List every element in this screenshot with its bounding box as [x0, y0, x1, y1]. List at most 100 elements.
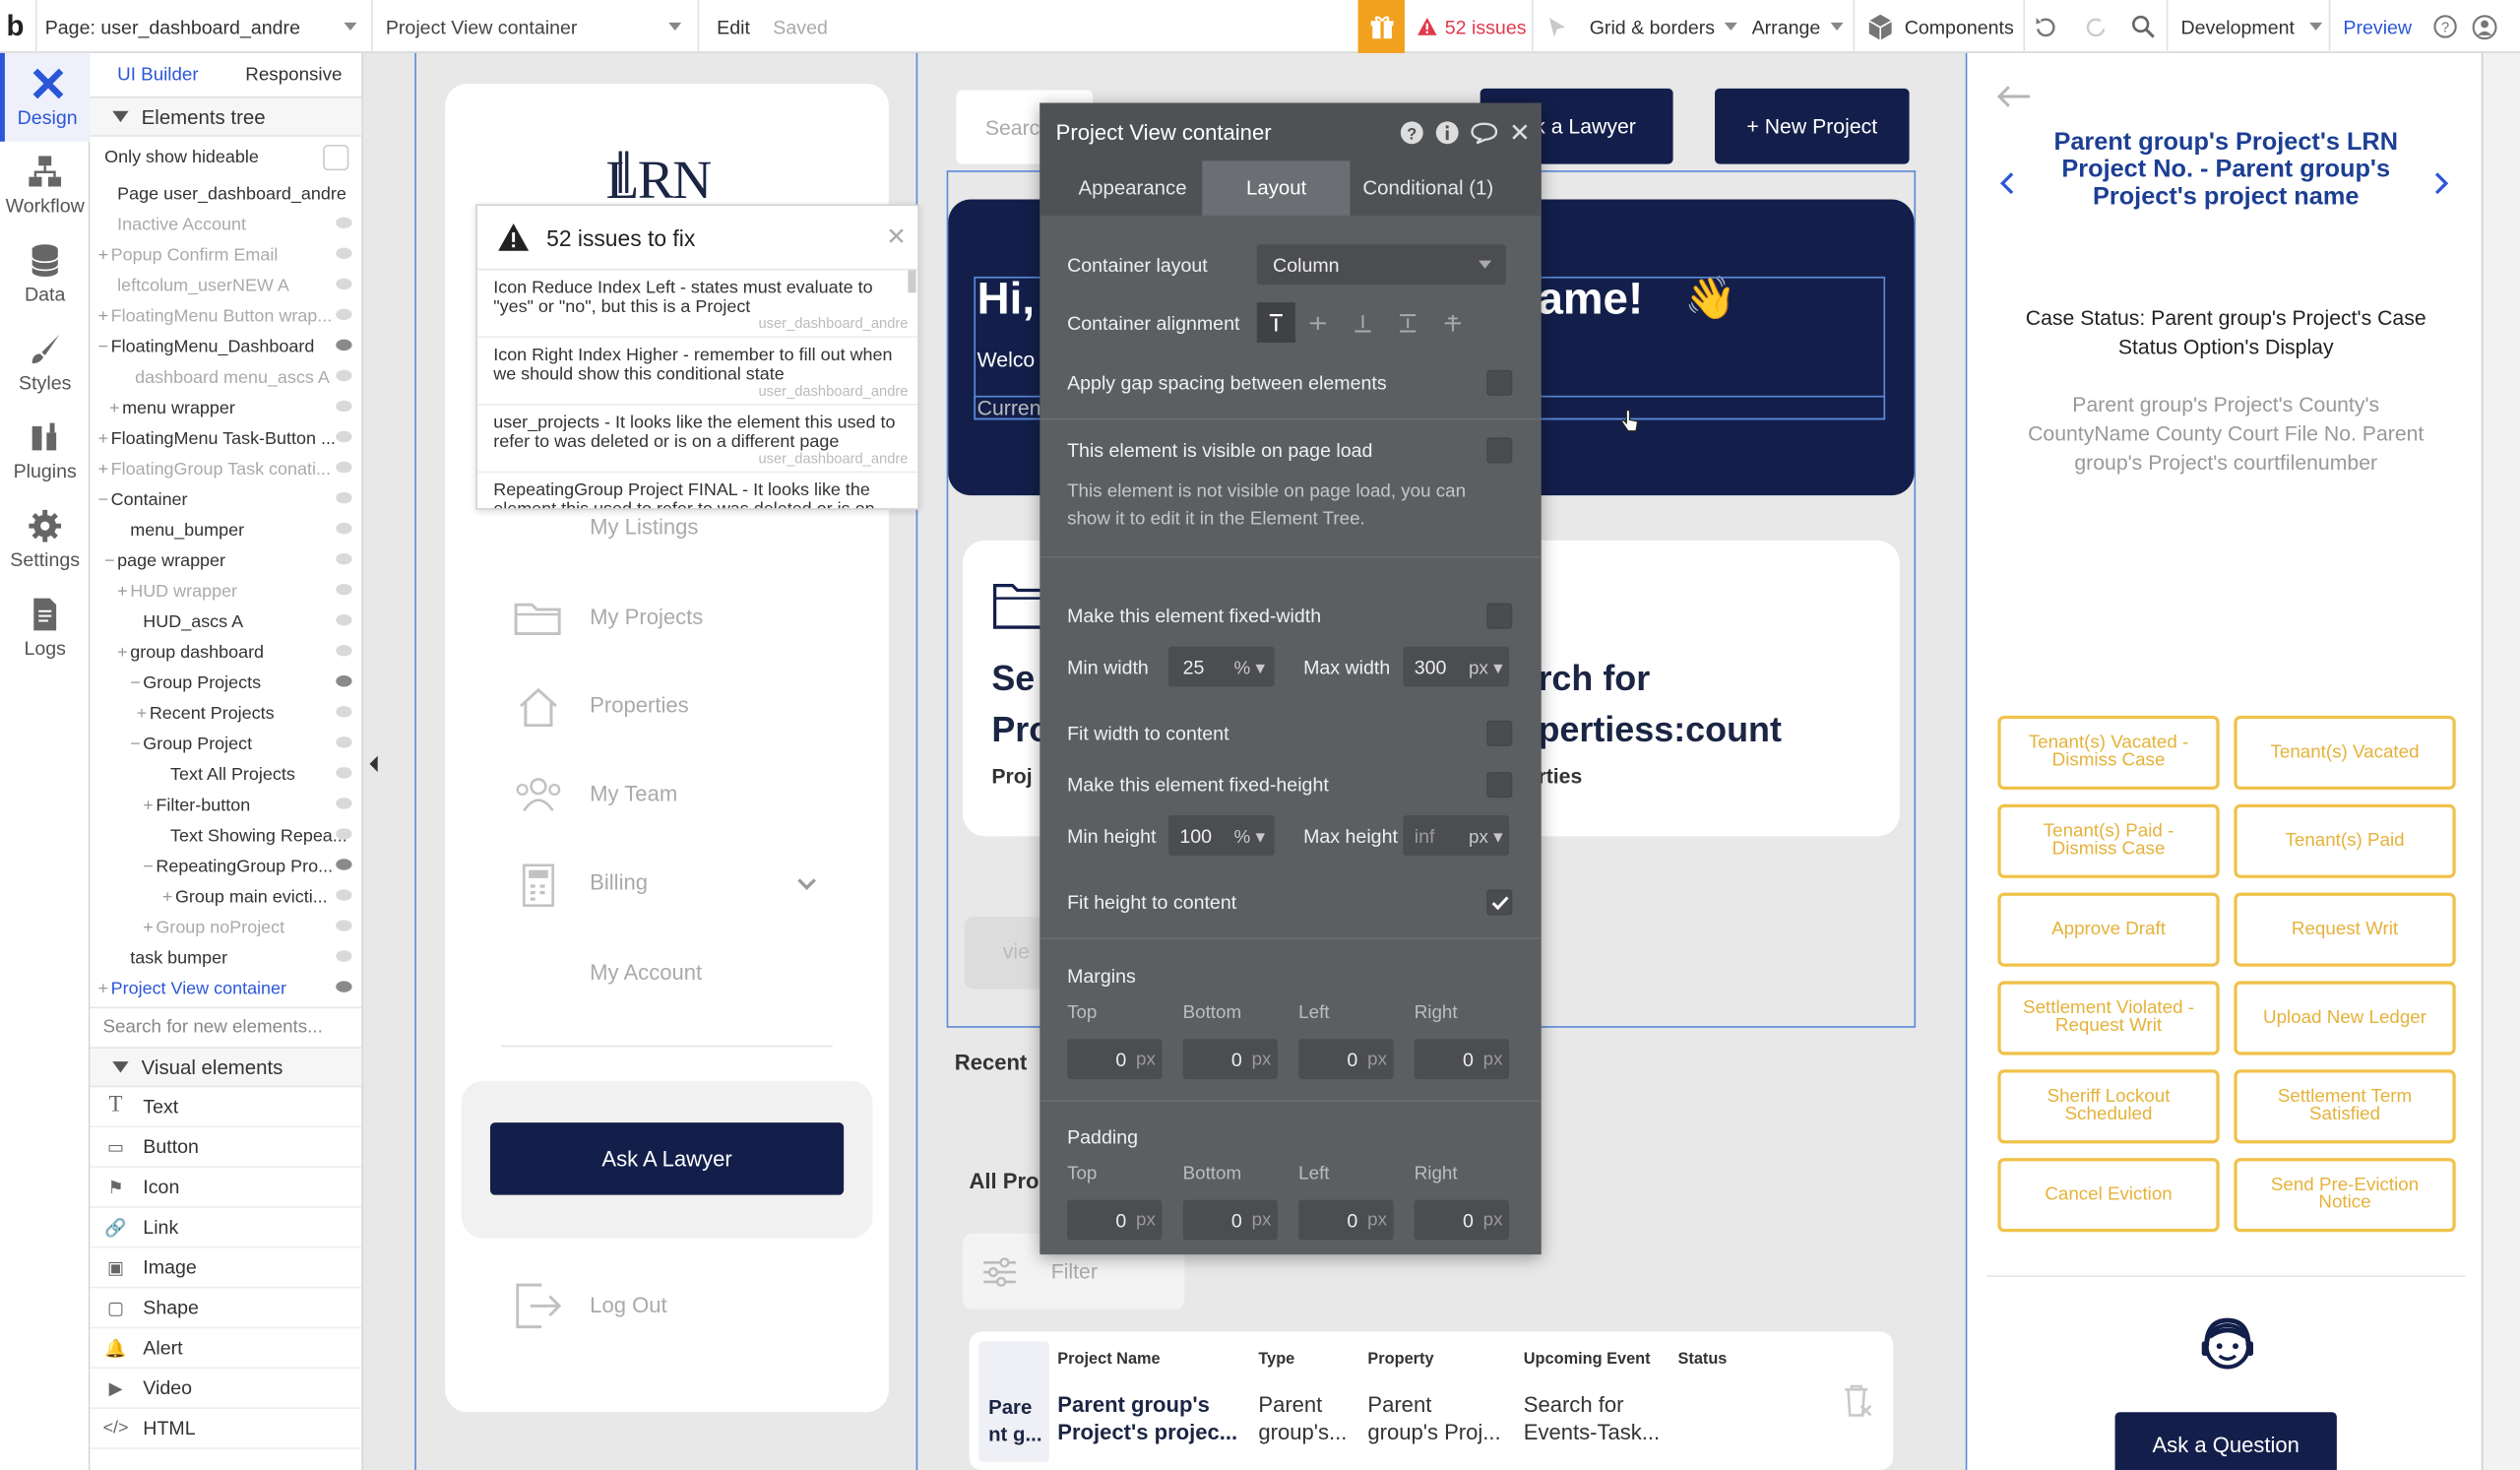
action-button[interactable]: Tenant(s) Paid [2234, 803, 2456, 878]
help-icon[interactable]: ? [1400, 121, 1423, 146]
collapse-icon[interactable]: − [130, 735, 143, 754]
visual-element-text[interactable]: T Text [90, 1087, 362, 1128]
cursor-tool[interactable] [1546, 0, 1569, 53]
eye-icon[interactable] [336, 920, 352, 931]
undo-button[interactable] [2035, 0, 2057, 53]
action-button[interactable]: Approve Draft [1997, 892, 2220, 967]
close-icon[interactable]: ✕ [886, 222, 907, 251]
visual-element-image[interactable]: ▣ Image [90, 1248, 362, 1289]
help-button[interactable]: ? [2433, 0, 2457, 53]
min-width-input[interactable]: 25 % ▾ [1167, 646, 1275, 687]
eye-icon[interactable] [336, 613, 352, 626]
issue-item[interactable]: Icon Right Index Higher - remember to fi… [476, 338, 918, 406]
margin-left-input[interactable]: 0 px [1298, 1039, 1394, 1080]
eye-icon[interactable] [336, 736, 352, 748]
action-button[interactable]: Upload New Ledger [2234, 981, 2456, 1055]
collapse-icon[interactable]: − [130, 673, 143, 693]
align-top-icon[interactable] [1256, 302, 1295, 343]
tree-row[interactable]: − Container [90, 484, 361, 515]
chevron-right-icon[interactable] [2434, 172, 2449, 195]
eye-icon[interactable] [336, 339, 352, 352]
min-height-input[interactable]: 100 % ▾ [1167, 815, 1275, 857]
redo-button[interactable] [2085, 0, 2108, 53]
tree-row[interactable]: + Group noProject [90, 912, 361, 942]
panel-collapse-icon[interactable] [369, 755, 378, 773]
eye-icon[interactable] [336, 400, 352, 413]
collapse-icon[interactable]: − [104, 550, 117, 570]
action-button[interactable]: Sheriff Lockout Scheduled [1997, 1069, 2220, 1144]
element-search[interactable]: Search for new elements... [90, 1006, 362, 1050]
eye-icon[interactable] [336, 706, 352, 718]
visual-element-html[interactable]: </> HTML [90, 1409, 362, 1449]
back-arrow-icon[interactable] [1996, 86, 2032, 108]
expand-icon[interactable]: + [117, 582, 130, 602]
eye-icon[interactable] [336, 859, 352, 870]
expand-icon[interactable]: + [98, 428, 111, 448]
min-height-unit[interactable]: % ▾ [1234, 824, 1265, 847]
expand-icon[interactable]: + [98, 245, 111, 265]
tab-layout[interactable]: Layout [1202, 160, 1351, 216]
branch-selector[interactable]: Development [2181, 0, 2322, 53]
collapse-icon[interactable]: − [98, 337, 111, 356]
cell-project-name[interactable]: Parent group's Project's projec... [1057, 1391, 1237, 1446]
fit-width-checkbox[interactable] [1486, 720, 1513, 746]
tree-row[interactable]: Text All Projects [90, 759, 361, 790]
eye-icon[interactable] [336, 767, 352, 779]
fixed-width-checkbox[interactable] [1486, 603, 1513, 629]
tree-row[interactable]: + Popup Confirm Email [90, 239, 361, 270]
preview-button[interactable]: Preview [2343, 0, 2412, 53]
view-button[interactable]: vie [964, 917, 1045, 990]
align-distribute-icon[interactable] [1430, 302, 1476, 343]
padding-bottom-input[interactable]: 0 px [1182, 1199, 1278, 1241]
expand-icon[interactable]: + [109, 398, 122, 417]
expand-icon[interactable]: + [98, 306, 111, 326]
visual-element-link[interactable]: 🔗 Link [90, 1208, 362, 1248]
delete-icon[interactable] [1842, 1383, 1874, 1419]
eye-icon[interactable] [336, 981, 352, 992]
tree-row[interactable]: leftcolum_userNEW A [90, 270, 361, 300]
action-button[interactable]: Request Writ [2234, 892, 2456, 967]
expand-icon[interactable]: + [98, 979, 111, 998]
expand-icon[interactable]: + [143, 918, 156, 937]
align-center-v-icon[interactable] [1295, 302, 1341, 343]
nav-my-listings[interactable]: My Listings [590, 515, 698, 540]
tab-conditional[interactable]: Conditional (1) [1350, 160, 1506, 216]
tree-row[interactable]: HUD_ascs A [90, 607, 361, 637]
expand-icon[interactable]: + [143, 796, 156, 815]
eye-icon[interactable] [336, 950, 352, 962]
nav-my-account[interactable]: My Account [590, 960, 702, 985]
logs-tab[interactable]: Logs [0, 584, 90, 672]
issue-item[interactable]: user_projects - It looks like the elemen… [476, 406, 918, 474]
visual-element-icon[interactable]: ⚑ Icon [90, 1168, 362, 1208]
eye-icon[interactable] [336, 491, 352, 504]
tree-row[interactable]: + FloatingMenu Button wrap... [90, 300, 361, 331]
collapse-icon[interactable]: − [98, 489, 111, 509]
page-selector[interactable]: Page: user_dashboard_andre [45, 0, 363, 53]
arrange-menu[interactable]: Arrange [1752, 0, 1844, 53]
tree-row[interactable]: − page wrapper [90, 545, 361, 576]
gift-button[interactable] [1357, 0, 1405, 53]
eye-icon[interactable] [336, 828, 352, 840]
action-button[interactable]: Tenant(s) Paid - Dismiss Case [1997, 803, 2220, 878]
max-height-input[interactable]: inf px ▾ [1403, 815, 1510, 857]
tree-row[interactable]: dashboard menu_ascs A [90, 362, 361, 393]
logout-link[interactable]: Log Out [590, 1293, 666, 1317]
expand-icon[interactable]: + [98, 459, 111, 479]
nav-my-projects[interactable]: My Projects [590, 605, 703, 629]
tree-row[interactable]: + group dashboard [90, 637, 361, 668]
issues-button[interactable]: 52 issues [1417, 0, 1527, 53]
visual-element-alert[interactable]: 🔔 Alert [90, 1328, 362, 1370]
nav-properties[interactable]: Properties [590, 693, 688, 718]
visual-elements-header[interactable]: Visual elements [90, 1049, 362, 1088]
design-tab[interactable]: Design [0, 52, 91, 142]
bubble-logo[interactable]: b [7, 0, 25, 53]
padding-top-input[interactable]: 0 px [1067, 1199, 1163, 1241]
canvas-scrollbar[interactable] [2483, 52, 2520, 1470]
margin-top-input[interactable]: 0 px [1067, 1039, 1163, 1080]
only-hideable-checkbox[interactable] [323, 145, 349, 171]
issues-scrollbar[interactable] [908, 270, 916, 293]
visual-element-video[interactable]: ▶ Video [90, 1369, 362, 1409]
nav-my-team[interactable]: My Team [590, 782, 677, 806]
close-icon[interactable]: ✕ [1509, 117, 1531, 150]
tree-row[interactable]: + HUD wrapper [90, 576, 361, 607]
